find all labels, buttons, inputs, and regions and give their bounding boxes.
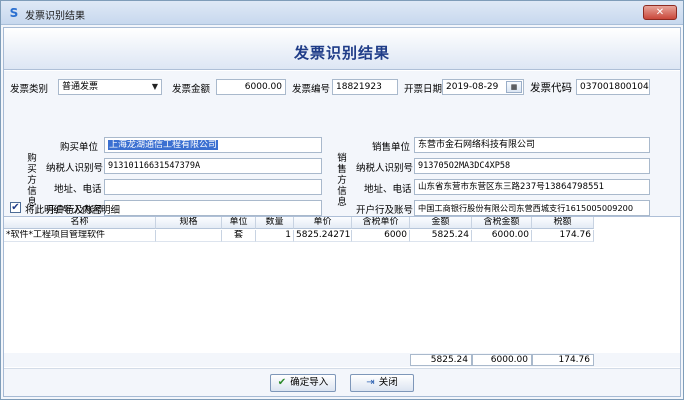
invoice-number-field[interactable]: 18821923: [332, 79, 398, 95]
buyer-bank-field[interactable]: [104, 200, 322, 216]
invoice-date-value: 2019-08-29: [446, 82, 499, 92]
totals-row: 5825.24 6000.00 174.76: [4, 353, 680, 367]
seller-address-label: 地址、电话: [364, 184, 412, 195]
seller-tax-label: 纳税人识别号: [356, 163, 414, 174]
cell-amount-with-tax[interactable]: 6000.00: [472, 230, 532, 242]
title-bar: S 发票识别结果 ✕: [1, 1, 683, 25]
cell-price-with-tax[interactable]: 6000: [352, 230, 410, 242]
col-header-quantity[interactable]: 数量: [256, 217, 294, 229]
col-header-tax[interactable]: 税额: [532, 217, 594, 229]
seller-bank-field[interactable]: 中国工商银行股份有限公司东营西城支行1615005009200: [414, 200, 650, 216]
total-amount-with-tax: 6000.00: [472, 354, 532, 366]
buyer-tax-label: 纳税人识别号: [46, 163, 104, 174]
col-header-price[interactable]: 单价: [294, 217, 352, 229]
close-button[interactable]: ⇥ 关闭: [350, 374, 414, 392]
confirm-import-button[interactable]: ✔ 确定导入: [270, 374, 336, 392]
invoice-date-label: 开票日期: [404, 84, 443, 95]
buyer-name-label: 购买单位: [60, 142, 99, 153]
cell-unit[interactable]: 套: [222, 230, 256, 242]
invoice-amount-label: 发票金额: [172, 84, 211, 95]
detail-table: 名称 规格 单位 数量 单价 含税单价 金额 含税金额 税额 *软件*工程项目管…: [4, 216, 680, 350]
cell-tax[interactable]: 174.76: [532, 230, 594, 242]
invoice-type-label: 发票类别: [10, 84, 49, 95]
seller-name-label: 销售单位: [372, 142, 411, 153]
buyer-address-label: 地址、电话: [54, 184, 102, 195]
close-window-button[interactable]: ✕: [643, 5, 677, 20]
col-header-price-with-tax[interactable]: 含税单价: [352, 217, 410, 229]
invoice-result-window: S 发票识别结果 ✕ 发票识别结果 发票类别 普通发票 ▼ 发票金额 6000.…: [0, 0, 684, 400]
invoice-form: 发票类别 普通发票 ▼ 发票金额 6000.00 发票编号 18821923 开…: [4, 71, 680, 221]
dropdown-icon: ▼: [151, 82, 158, 91]
col-header-unit[interactable]: 单位: [222, 217, 256, 229]
col-header-spec[interactable]: 规格: [156, 217, 222, 229]
buyer-name-field[interactable]: 上海龙湖通信工程有限公司: [104, 137, 322, 153]
exit-icon: ⇥: [366, 377, 375, 388]
button-bar: ✔ 确定导入 ⇥ 关闭: [4, 368, 680, 396]
cell-name[interactable]: *软件*工程项目管理软件: [4, 230, 156, 242]
seller-bank-label: 开户行及账号: [356, 205, 414, 216]
total-amount: 5825.24: [410, 354, 472, 366]
invoice-date-field[interactable]: 2019-08-29 ▦: [442, 79, 524, 95]
invoice-type-value: 普通发票: [62, 82, 99, 92]
cell-spec[interactable]: [156, 230, 222, 242]
import-detail-label: 将此明细导入内容明细: [25, 205, 121, 216]
calendar-icon[interactable]: ▦: [506, 81, 522, 93]
confirm-import-label: 确定导入: [290, 377, 329, 388]
invoice-number-label: 发票编号: [292, 84, 331, 95]
cell-amount[interactable]: 5825.24: [410, 230, 472, 242]
page-title: 发票识别结果: [293, 44, 390, 62]
import-detail-checkbox[interactable]: ✔: [10, 202, 21, 213]
invoice-amount-field[interactable]: 6000.00: [216, 79, 286, 95]
cell-price[interactable]: 5825.242718: [294, 230, 352, 242]
invoice-type-select[interactable]: 普通发票 ▼: [58, 79, 162, 95]
check-icon: ✔: [277, 377, 287, 388]
col-header-amount[interactable]: 金额: [410, 217, 472, 229]
header-band: 发票识别结果: [4, 28, 680, 70]
buyer-address-field[interactable]: [104, 179, 322, 195]
buyer-tax-field[interactable]: 91310116631547379A: [104, 158, 322, 174]
col-header-name[interactable]: 名称: [4, 217, 156, 229]
seller-address-field[interactable]: 山东省东营市东营区东三路237号13864798551: [414, 179, 650, 195]
main-panel: 发票识别结果 发票类别 普通发票 ▼ 发票金额 6000.00 发票编号 188…: [3, 27, 681, 397]
window-title: 发票识别结果: [25, 11, 85, 22]
close-label: 关闭: [378, 377, 398, 388]
total-tax: 174.76: [532, 354, 594, 366]
app-icon: S: [9, 6, 19, 20]
buyer-section-label: 购买方信息: [27, 153, 37, 208]
seller-section-label: 销售方信息: [337, 153, 347, 208]
seller-name-field[interactable]: 东营市金石网络科技有限公司: [414, 137, 650, 153]
invoice-code-label: 发票代码: [530, 82, 572, 94]
invoice-code-field[interactable]: 037001800104: [576, 79, 650, 95]
buyer-name-value: 上海龙湖通信工程有限公司: [108, 140, 219, 150]
seller-tax-field[interactable]: 913705O2MA3DC4XP58: [414, 158, 650, 174]
cell-quantity[interactable]: 1: [256, 230, 294, 242]
col-header-amount-with-tax[interactable]: 含税金额: [472, 217, 532, 229]
